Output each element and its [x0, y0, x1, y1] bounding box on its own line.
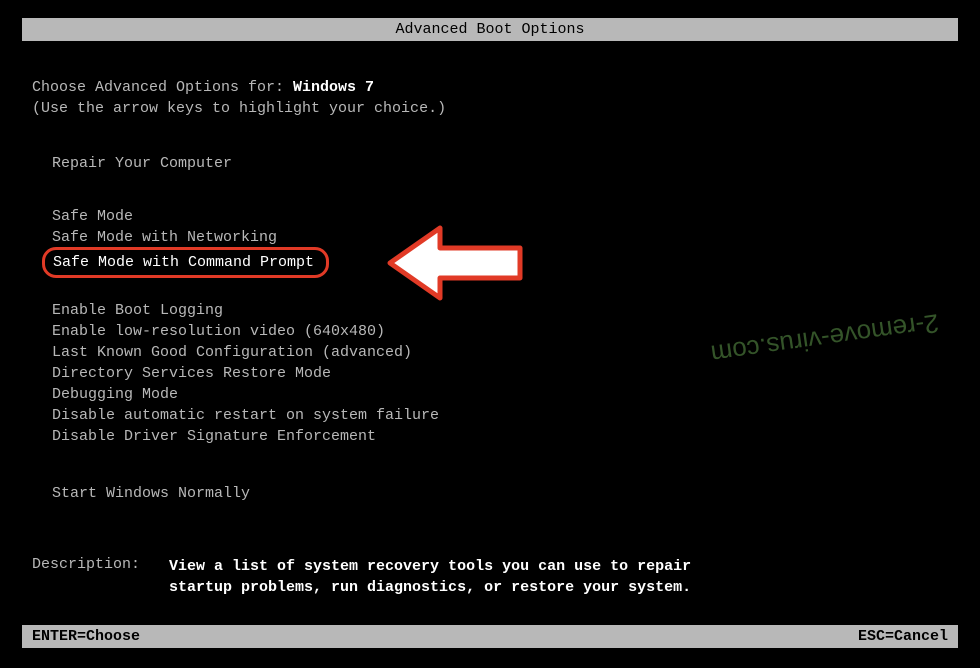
menu-item-low-res[interactable]: Enable low-resolution video (640x480): [52, 321, 948, 342]
menu-item-disable-restart[interactable]: Disable automatic restart on system fail…: [52, 405, 948, 426]
menu-item-safe-mode[interactable]: Safe Mode: [52, 206, 948, 227]
highlighted-option: Safe Mode with Command Prompt: [42, 247, 329, 278]
menu-item-safe-mode-net[interactable]: Safe Mode with Networking: [52, 227, 948, 248]
menu-item-disable-sig[interactable]: Disable Driver Signature Enforcement: [52, 426, 948, 447]
header-line: Choose Advanced Options for: Windows 7: [32, 79, 948, 96]
menu-item-boot-logging[interactable]: Enable Boot Logging: [52, 300, 948, 321]
title-bar: Advanced Boot Options: [22, 18, 958, 41]
instruction-text: (Use the arrow keys to highlight your ch…: [32, 100, 948, 117]
menu-item-repair[interactable]: Repair Your Computer: [52, 153, 948, 174]
menu-group-advanced: Enable Boot Logging Enable low-resolutio…: [32, 300, 948, 447]
header-prefix: Choose Advanced Options for:: [32, 79, 293, 96]
description-block: Description: View a list of system recov…: [32, 556, 948, 598]
menu-item-safe-mode-cmd-wrapper[interactable]: Safe Mode with Command Prompt: [52, 248, 948, 278]
menu-group-normal: Start Windows Normally: [32, 483, 948, 504]
title-text: Advanced Boot Options: [395, 21, 584, 38]
menu-item-last-known[interactable]: Last Known Good Configuration (advanced): [52, 342, 948, 363]
footer-bar: ENTER=Choose ESC=Cancel: [22, 625, 958, 648]
menu-item-ds-restore[interactable]: Directory Services Restore Mode: [52, 363, 948, 384]
footer-enter: ENTER=Choose: [32, 628, 140, 645]
os-name: Windows 7: [293, 79, 374, 96]
menu-item-debugging[interactable]: Debugging Mode: [52, 384, 948, 405]
footer-esc: ESC=Cancel: [858, 628, 948, 645]
menu-group-safe: Safe Mode Safe Mode with Networking Safe…: [32, 206, 948, 278]
description-text: View a list of system recovery tools you…: [169, 556, 729, 598]
description-label: Description:: [32, 556, 160, 573]
menu-group-repair: Repair Your Computer: [32, 153, 948, 174]
content-area: Choose Advanced Options for: Windows 7 (…: [0, 79, 980, 598]
menu-item-start-normal[interactable]: Start Windows Normally: [52, 483, 948, 504]
